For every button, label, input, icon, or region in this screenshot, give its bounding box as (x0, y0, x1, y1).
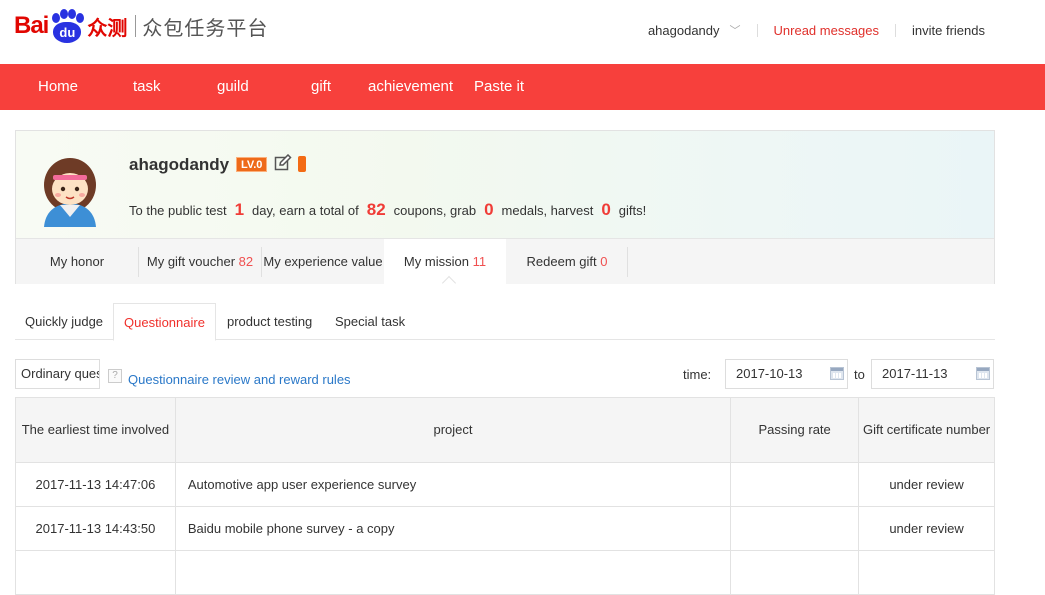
table-header-row: The earliest time involved project Passi… (15, 397, 995, 463)
date-from-input[interactable]: 2017-10-13 (725, 359, 848, 389)
tab-my-mission[interactable]: My mission 11 (384, 239, 506, 284)
stats-prefix: To the public test (129, 203, 227, 218)
tab-my-experience-value[interactable]: My experience value (262, 239, 384, 284)
cell-gift-status (858, 550, 995, 595)
help-icon[interactable]: ? (108, 369, 122, 383)
stats-mid3: medals, harvest (501, 203, 594, 218)
chevron-down-icon: ﹀ (729, 25, 741, 37)
date-to-value: 2017-11-13 (882, 366, 948, 381)
col-earliest-time: The earliest time involved (15, 397, 176, 463)
time-label: time: (683, 367, 712, 382)
user-menu[interactable]: ahagodandy ﹀ (648, 22, 741, 38)
tab-my-honor[interactable]: My honor (16, 239, 138, 284)
nav-paste-it[interactable]: Paste it (474, 64, 524, 110)
cell-time: 2017-11-13 14:43:50 (15, 506, 176, 551)
tab-questionnaire[interactable]: Questionnaire (113, 303, 216, 341)
main-nav: Home task guild gift achievement Paste i… (0, 64, 1045, 110)
profile-tabs: My honor My gift voucher 82 My experienc… (16, 238, 994, 291)
divider (895, 23, 897, 37)
user-stats: To the public test 1 day, earn a total o… (129, 200, 646, 220)
logo-divider (135, 15, 137, 37)
cell-passing-rate (730, 506, 860, 551)
tab-label: Redeem gift (526, 254, 597, 269)
unread-messages-link[interactable]: Unread messages (774, 23, 880, 38)
divider (756, 23, 758, 37)
tab-divider (627, 247, 628, 277)
review-rules-link[interactable]: Questionnaire review and reward rules (128, 372, 351, 387)
logo-text-bai: Bai (14, 12, 49, 39)
tab-label: My honor (49, 254, 105, 269)
cell-gift-status: under review (858, 462, 995, 507)
stats-medals: 0 (484, 200, 494, 219)
table-row (15, 550, 995, 595)
nav-home[interactable]: Home (38, 64, 78, 110)
logo-subtitle: 众包任务平台 (142, 15, 269, 40)
col-project: project (174, 397, 732, 463)
baidu-zhongce-logo[interactable]: Bai du 众测 众包任务平台 (14, 6, 268, 46)
tab-product-testing[interactable]: product testing (227, 303, 312, 340)
logo-text-du: du (53, 22, 82, 43)
cell-gift-status: under review (858, 506, 995, 551)
cell-project[interactable]: Baidu mobile phone survey - a copy (174, 506, 732, 551)
stats-mid2: coupons, grab (393, 203, 477, 218)
profile-card: ahagodandy LV.0 To the public test 1 day… (15, 130, 995, 291)
tab-count: 82 (238, 254, 254, 269)
stats-suffix: gifts! (618, 203, 647, 218)
stats-days: 1 (234, 200, 245, 219)
top-links: ahagodandy ﹀ Unread messages invite frie… (648, 22, 985, 38)
nav-guild[interactable]: guild (217, 64, 249, 110)
cell-passing-rate (730, 550, 860, 595)
tab-count: 11 (472, 254, 487, 269)
level-badge: LV.0 (236, 157, 268, 172)
cell-time (15, 550, 176, 595)
tab-label: My gift voucher (146, 254, 236, 269)
user-menu-name: ahagodandy (647, 22, 720, 38)
tab-label: My experience value (263, 254, 383, 269)
medal-tag-icon (298, 156, 306, 172)
stats-coupons: 82 (366, 200, 386, 219)
tab-my-gift-voucher[interactable]: My gift voucher 82 (139, 239, 261, 284)
nav-task[interactable]: task (133, 64, 161, 110)
tab-special-task[interactable]: Special task (335, 303, 405, 340)
nav-gift[interactable]: gift (311, 64, 331, 110)
tab-redeem-gift[interactable]: Redeem gift 0 (506, 239, 628, 284)
date-to-input[interactable]: 2017-11-13 (871, 359, 994, 389)
participation-table: The earliest time involved project Passi… (15, 397, 995, 595)
tab-label: My mission (403, 254, 469, 269)
tab-quickly-judge[interactable]: Quickly judge (25, 303, 103, 340)
top-header: Bai du 众测 众包任务平台 ahagodandy ﹀ Unread mes… (0, 0, 1045, 64)
stats-mid1: day, earn a total of (252, 203, 359, 218)
profile-username: ahagodandy (129, 155, 230, 174)
date-from-value: 2017-10-13 (736, 366, 803, 381)
avatar[interactable] (36, 155, 104, 227)
tab-count: 0 (600, 254, 608, 269)
table-row: 2017-11-13 14:47:06 Automotive app user … (15, 462, 995, 507)
questionnaire-type-select[interactable]: Ordinary questionnaire (15, 359, 100, 389)
cell-passing-rate (730, 462, 860, 507)
baidu-paw-icon: du (49, 9, 85, 43)
to-label: to (854, 367, 865, 382)
col-gift-number: Gift certificate number (858, 397, 995, 463)
invite-friends-link[interactable]: invite friends (912, 23, 985, 38)
cell-project (174, 550, 732, 595)
edit-icon[interactable] (274, 154, 292, 172)
cell-time: 2017-11-13 14:47:06 (15, 462, 176, 507)
logo-text-zhongce: 众测 (87, 15, 128, 40)
calendar-icon[interactable] (830, 367, 844, 380)
stats-gifts: 0 (601, 200, 611, 219)
col-passing-rate: Passing rate (730, 397, 860, 463)
task-type-tabs: Quickly judge Questionnaire product test… (15, 303, 995, 341)
nav-achievement[interactable]: achievement (368, 64, 453, 110)
cell-project[interactable]: Automotive app user experience survey (174, 462, 732, 507)
calendar-icon[interactable] (976, 367, 990, 380)
table-row: 2017-11-13 14:43:50 Baidu mobile phone s… (15, 506, 995, 551)
